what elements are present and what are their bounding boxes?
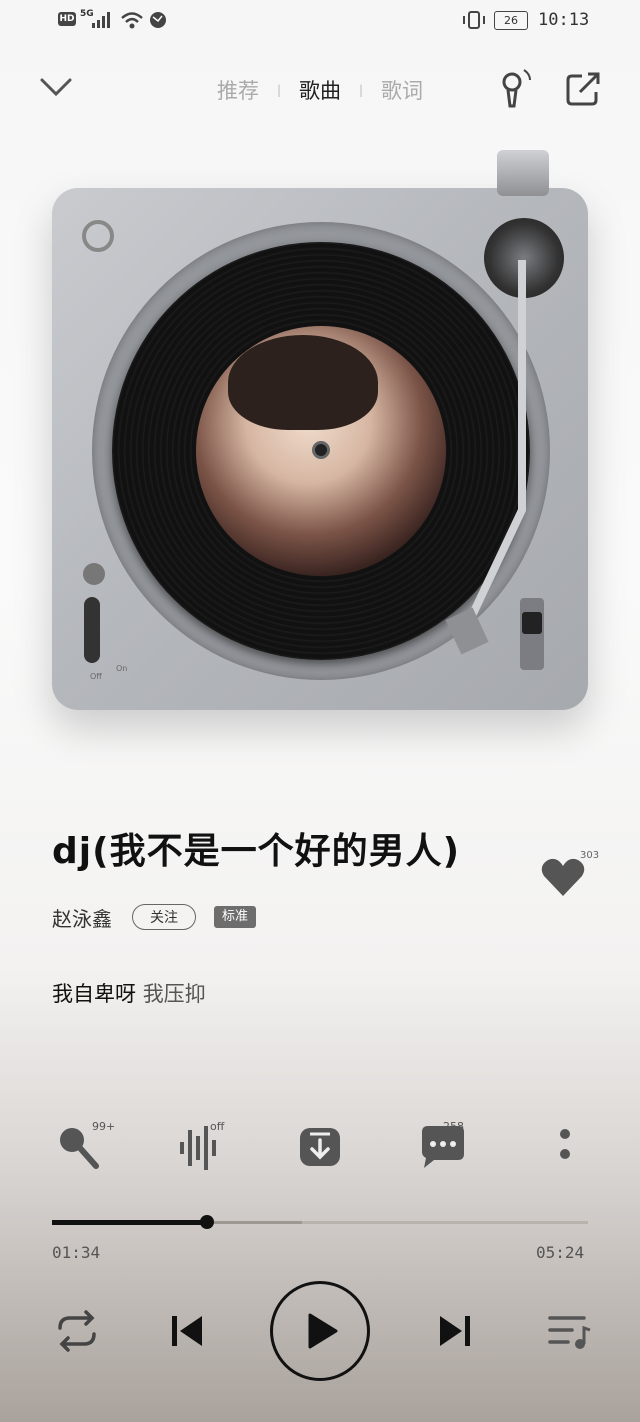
current-time: 01:34 (52, 1243, 101, 1262)
lyric-remaining: 我压抑 (142, 982, 206, 1006)
switch-on-label: On (116, 664, 128, 673)
repeat-icon[interactable] (52, 1306, 102, 1356)
follow-button[interactable]: 关注 (132, 904, 196, 930)
progress-played (52, 1220, 207, 1225)
collapse-chevron-icon[interactable] (38, 74, 74, 100)
wifi-icon (121, 12, 143, 29)
battery-indicator: 26 (494, 11, 528, 30)
status-bar: HD 5G 26 10:13 (0, 0, 640, 42)
tonearm-counterweight (497, 150, 549, 196)
pitch-slider (520, 598, 544, 670)
next-track-icon[interactable] (430, 1306, 480, 1356)
globe-icon (150, 12, 166, 28)
effect-badge: off (210, 1120, 225, 1133)
vibrate-icon (463, 11, 485, 29)
cast-icon[interactable] (496, 66, 536, 110)
signal-icon (92, 12, 110, 28)
tab-song[interactable]: 歌曲 (299, 75, 341, 105)
playlist-icon[interactable] (544, 1306, 594, 1356)
switch-off-label: Off (90, 672, 102, 681)
song-title: dj(我不是一个好的男人) (52, 831, 461, 872)
play-icon (308, 1313, 338, 1349)
power-switch (84, 597, 100, 663)
tab-separator: | (359, 83, 364, 97)
total-time: 05:24 (536, 1243, 585, 1262)
like-heart-icon[interactable] (540, 856, 586, 898)
speed-knob (83, 563, 105, 585)
tab-recommend[interactable]: 推荐 (217, 75, 259, 105)
more-options-icon[interactable] (544, 1122, 594, 1172)
tab-separator: | (276, 83, 281, 97)
download-icon[interactable] (296, 1122, 346, 1172)
current-lyric[interactable]: 我自卑呀 我压抑 (52, 978, 206, 1008)
tab-lyrics[interactable]: 歌词 (381, 75, 423, 105)
brand-logo-icon (82, 220, 114, 252)
hd-badge: HD (58, 12, 76, 26)
lyric-sung: 我自卑呀 (52, 982, 136, 1006)
play-button[interactable] (270, 1281, 370, 1381)
progress-thumb[interactable] (200, 1215, 214, 1229)
sing-badge: 99+ (92, 1120, 116, 1133)
quality-badge[interactable]: 标准 (214, 906, 256, 928)
share-icon[interactable] (564, 70, 604, 110)
header-tabs: 推荐 | 歌曲 | 歌词 (200, 72, 440, 108)
pitch-slider-knob (522, 612, 542, 634)
album-cover-artist-hair (228, 335, 378, 430)
artist-name[interactable]: 赵泳鑫 (52, 903, 112, 932)
clock: 10:13 (538, 10, 590, 30)
record-spindle (312, 441, 330, 459)
like-count: 303 (580, 850, 600, 861)
previous-track-icon[interactable] (162, 1306, 212, 1356)
comments-badge: 258 (443, 1120, 464, 1133)
